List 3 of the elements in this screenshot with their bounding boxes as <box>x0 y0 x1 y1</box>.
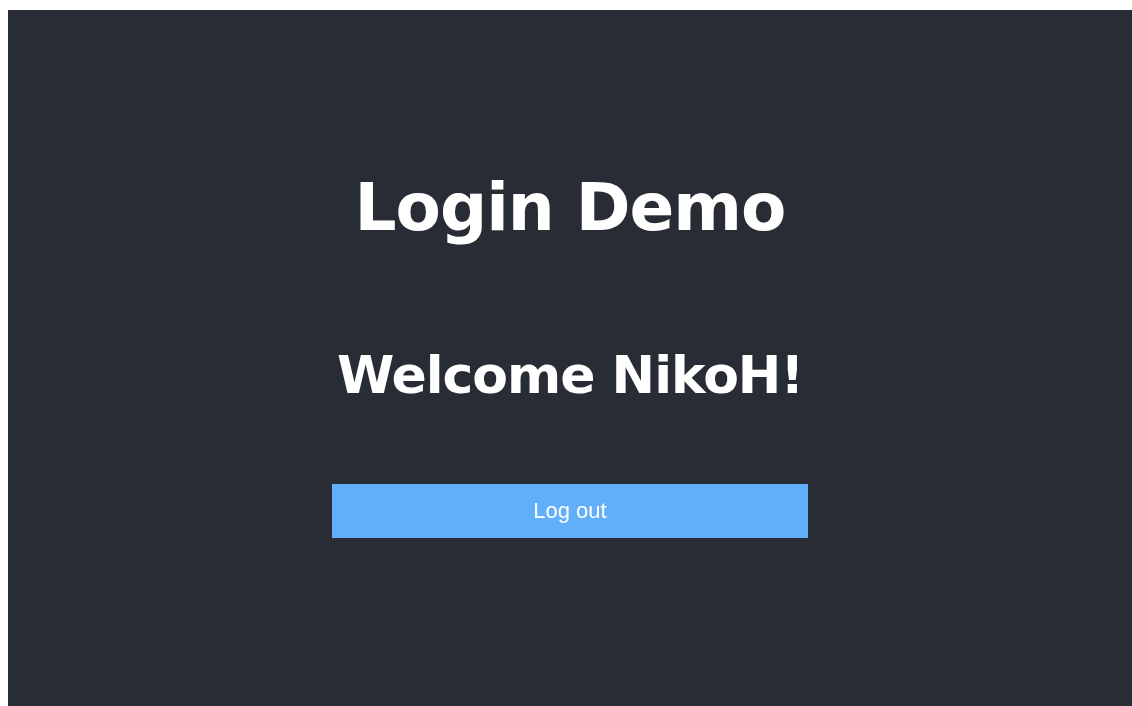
page-title: Login Demo <box>354 170 786 246</box>
logout-button[interactable]: Log out <box>332 483 808 538</box>
welcome-message: Welcome NikoH! <box>336 345 804 406</box>
